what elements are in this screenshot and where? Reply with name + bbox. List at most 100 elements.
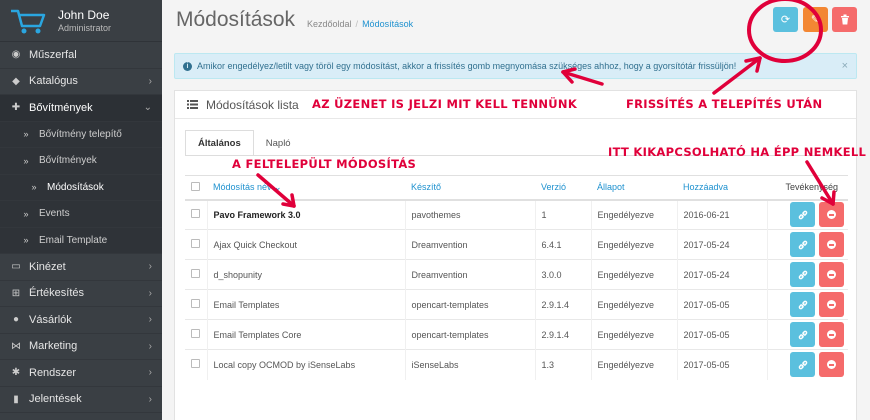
sidebar-item-10[interactable]: ⊞ Értékesítés ›	[0, 281, 162, 307]
link-icon	[798, 240, 807, 249]
row-select-cell[interactable]	[185, 319, 207, 350]
monitor-icon: ▭	[11, 261, 21, 273]
row-select-cell[interactable]	[185, 259, 207, 290]
breadcrumb-current[interactable]: Módosítások	[362, 19, 413, 29]
link-icon	[798, 330, 807, 339]
cell-name: Email Templates Core	[206, 319, 405, 350]
disable-button[interactable]	[819, 322, 844, 347]
sidebar-item-1[interactable]: ◉ Műszerfal	[0, 42, 162, 69]
annotation-refresh: FRISSÍTÉS A TELEPÍTÉS UTÁN	[626, 97, 823, 111]
chart-icon: ▮	[13, 393, 19, 405]
alert-close-button[interactable]: ×	[842, 60, 848, 72]
edit-link-button[interactable]	[790, 262, 815, 287]
minus-circle-icon	[827, 270, 836, 279]
tab-general[interactable]: Általános	[185, 130, 254, 156]
row-checkbox[interactable]	[191, 209, 200, 219]
sidebar-item-12[interactable]: ⋈ Marketing ›	[0, 334, 162, 360]
edit-link-button[interactable]	[790, 292, 815, 317]
breadcrumb-home[interactable]: Kezdőoldal	[307, 19, 352, 29]
info-alert: i Amikor engedélyez/letilt vagy töröl eg…	[174, 53, 857, 79]
double-chevron-icon: »	[23, 208, 29, 219]
sidebar-item-label: Katalógus	[29, 75, 78, 88]
edit-link-button[interactable]	[790, 352, 815, 378]
row-checkbox[interactable]	[191, 239, 200, 248]
delete-button[interactable]	[832, 7, 857, 32]
share-icon: ⋈	[11, 340, 21, 352]
cell-status: Engedélyezve	[590, 289, 677, 320]
select-all-cell[interactable]	[185, 175, 207, 201]
row-checkbox[interactable]	[191, 329, 200, 338]
sidebar-item-7[interactable]: » Events	[0, 201, 162, 228]
sidebar-item-6[interactable]: » Módosítások	[0, 174, 162, 201]
row-select-cell[interactable]	[185, 229, 207, 260]
clear-log-button[interactable]: ✎	[803, 7, 828, 32]
column-author[interactable]: Készítő	[405, 175, 535, 201]
disable-button[interactable]	[819, 232, 844, 257]
double-chevron-icon: »	[23, 129, 29, 140]
column-name[interactable]: Módosítás név ⌄	[207, 175, 405, 201]
cell-status: Engedélyezve	[590, 349, 677, 380]
sidebar-item-label: Módosítások	[47, 181, 104, 193]
row-checkbox[interactable]	[191, 269, 200, 278]
cell-version: 1	[534, 199, 591, 230]
cell-status: Engedélyezve	[590, 259, 677, 290]
row-checkbox[interactable]	[191, 359, 200, 369]
double-chevron-icon: »	[31, 182, 37, 193]
panel-title: Módosítások lista	[206, 97, 299, 112]
user-profile[interactable]: John Doe Administrator	[0, 0, 162, 42]
link-icon	[798, 360, 807, 370]
disable-button[interactable]	[819, 352, 844, 378]
cell-actions	[766, 199, 848, 230]
edit-link-button[interactable]	[790, 232, 815, 257]
sidebar-item-3[interactable]: ✚ Bővítmények ⌄	[0, 95, 162, 122]
column-date[interactable]: Hozzáadva	[677, 175, 767, 201]
sidebar-item-11[interactable]: ● Vásárlók ›	[0, 307, 162, 334]
table-row: Ajax Quick Checkout Dreamvention 6.4.1 Enge…	[185, 229, 848, 260]
chevron-icon: ›	[148, 393, 152, 405]
info-icon: i	[183, 61, 192, 71]
select-all-checkbox[interactable]	[191, 181, 200, 191]
breadcrumb: Kezdőoldal / Módosítások	[307, 19, 413, 29]
disable-button[interactable]	[819, 202, 844, 228]
sidebar-item-label: Értékesítés	[29, 287, 85, 300]
chevron-icon: ›	[148, 367, 152, 379]
chevron-icon: ›	[148, 75, 152, 87]
row-select-cell[interactable]	[185, 199, 207, 230]
annotation-installed: A FELTELEPÜLT MÓDOSÍTÁS	[232, 157, 417, 171]
cell-date: 2016-06-21	[676, 199, 767, 230]
sidebar-menu: ◉ Műszerfal ◆ Katalógus › ✚ Bővítmények ⌄ » Bővít…	[0, 42, 162, 413]
sidebar-item-5[interactable]: » Bővítmények	[0, 148, 162, 175]
sidebar-item-4[interactable]: » Bővítmény telepítő	[0, 121, 162, 148]
sidebar-item-2[interactable]: ◆ Katalógus ›	[0, 69, 162, 95]
sidebar-item-label: Events	[39, 208, 70, 220]
profile-name: John Doe	[58, 8, 110, 22]
edit-link-button[interactable]	[790, 202, 815, 228]
column-version[interactable]: Verzió	[535, 175, 591, 201]
chevron-icon: ›	[148, 314, 152, 326]
cell-name: d_shopunity	[206, 259, 405, 290]
cell-actions	[766, 259, 848, 290]
disable-button[interactable]	[819, 292, 844, 317]
sidebar-item-label: Bővítmény telepítő	[39, 128, 122, 140]
cell-name: Pavo Framework 3.0	[206, 199, 405, 230]
page-title: Módosítások	[176, 8, 296, 31]
tab-log[interactable]: Napló	[254, 130, 303, 156]
sidebar-item-9[interactable]: ▭ Kinézet ›	[0, 254, 162, 281]
tag-icon: ◆	[12, 75, 20, 87]
row-select-cell[interactable]	[185, 349, 207, 380]
disable-button[interactable]	[819, 262, 844, 287]
row-select-cell[interactable]	[185, 289, 207, 320]
refresh-button[interactable]: ⟳	[773, 7, 798, 32]
sidebar-item-label: Marketing	[29, 340, 78, 353]
sidebar-item-label: Vásárlók	[29, 313, 72, 326]
edit-link-button[interactable]	[790, 322, 815, 347]
sidebar-item-8[interactable]: » Email Template	[0, 227, 162, 254]
table-row: Local copy OCMOD by iSenseLabs iSenseLabs…	[185, 349, 848, 380]
column-status[interactable]: Állapot	[591, 175, 677, 201]
sidebar-item-14[interactable]: ▮ Jelentések ›	[0, 387, 162, 413]
cell-author: opencart-templates	[404, 319, 535, 350]
sidebar-item-13[interactable]: ✱ Rendszer ›	[0, 360, 162, 387]
cell-author: iSenseLabs	[404, 349, 535, 380]
row-checkbox[interactable]	[191, 299, 200, 308]
refresh-icon: ⟳	[780, 14, 791, 26]
